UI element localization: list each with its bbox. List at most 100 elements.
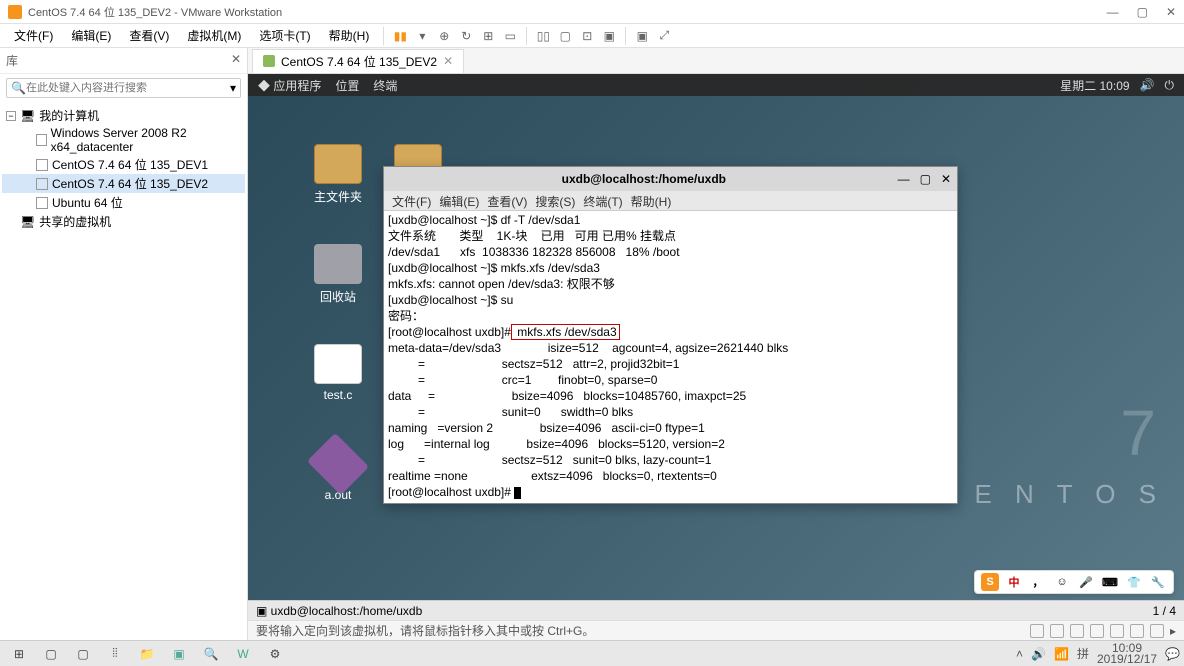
vm-tab-icon [263, 55, 275, 67]
dropdown-icon[interactable]: ▾ [230, 81, 236, 95]
trash-icon[interactable]: 回收站 [308, 244, 368, 305]
tree-shared[interactable]: 🖥 共享的虚拟机 [2, 212, 245, 231]
revert-icon[interactable]: ↻ [456, 26, 476, 46]
guest-task-pager[interactable]: 1 / 4 [1153, 604, 1176, 618]
term-menu-terminal[interactable]: 终端(T) [583, 193, 622, 208]
layout1-icon[interactable]: ▯▯ [533, 26, 553, 46]
fullscreen-icon[interactable]: ▣ [632, 26, 652, 46]
term-menu-help[interactable]: 帮助(H) [631, 193, 672, 208]
dev-printer-icon[interactable] [1130, 624, 1144, 638]
menu-vm[interactable]: 虚拟机(M) [179, 25, 249, 46]
ime-s-icon[interactable]: S [981, 573, 999, 591]
vmware-icon [8, 5, 22, 19]
close-panel-icon[interactable]: ✕ [231, 52, 241, 69]
file-testc-icon[interactable]: test.c [308, 344, 368, 402]
ime-skin-icon[interactable]: 👕 [1125, 573, 1143, 591]
window-title: CentOS 7.4 64 位 135_DEV2 - VMware Workst… [28, 4, 1107, 20]
unity-icon[interactable]: ⤢ [654, 26, 674, 46]
dev-hdd-icon[interactable] [1030, 624, 1044, 638]
library-header: 库 [6, 52, 18, 69]
terminal-window[interactable]: uxdb@localhost:/home/uxdb — ▢ ✕ 文件(F) 编辑… [383, 166, 958, 504]
terminal-title: uxdb@localhost:/home/uxdb [390, 172, 898, 186]
file-aout-icon[interactable]: a.out [308, 444, 368, 502]
dev-sound-icon[interactable] [1110, 624, 1124, 638]
snapshot-icon[interactable]: ⊕ [434, 26, 454, 46]
terminal-body[interactable]: [uxdb@localhost ~]$ df -T /dev/sda1 文件系统… [384, 211, 957, 503]
vm-tab-label: CentOS 7.4 64 位 135_DEV2 [281, 53, 437, 70]
task-item[interactable]: ▣ [164, 643, 194, 665]
dev-net-icon[interactable] [1070, 624, 1084, 638]
menu-help[interactable]: 帮助(H) [321, 25, 378, 46]
term-max-button[interactable]: ▢ [920, 172, 931, 186]
power-icon[interactable]: ⏻ [1165, 78, 1175, 93]
term-close-button[interactable]: ✕ [941, 172, 951, 186]
minimize-button[interactable]: — [1107, 5, 1119, 19]
search-field[interactable] [26, 82, 230, 94]
task-item[interactable]: ▢ [68, 643, 98, 665]
ime-face-icon[interactable]: ☺ [1053, 573, 1071, 591]
task-item[interactable]: ⦙⦙ [100, 643, 130, 665]
search-input[interactable]: 🔍 ▾ [6, 78, 241, 98]
screenshot-icon[interactable]: ▭ [500, 26, 520, 46]
term-menu-view[interactable]: 查看(V) [487, 193, 527, 208]
dropdown-icon[interactable]: ▾ [412, 26, 432, 46]
tab-close-icon[interactable]: ✕ [443, 54, 453, 68]
menu-tabs[interactable]: 选项卡(T) [251, 25, 318, 46]
gnome-clock[interactable]: 星期二 10:09 [1060, 77, 1129, 94]
menu-file[interactable]: 文件(F) [6, 25, 61, 46]
home-folder-icon[interactable]: 主文件夹 [308, 144, 368, 205]
windows-taskbar[interactable]: ⊞ ▢ ▢ ⦙⦙ 📁 ▣ 🔍 W ⚙ ˄ 🔊 📶 拼 10:09 2019/12… [0, 640, 1184, 666]
tray-wifi-icon[interactable]: 📶 [1054, 647, 1069, 661]
tray-net-icon[interactable]: 🔊 [1031, 647, 1046, 661]
ime-punct-icon[interactable]: ， [1029, 573, 1047, 591]
manage-icon[interactable]: ⊞ [478, 26, 498, 46]
dev-usb-icon[interactable] [1090, 624, 1104, 638]
ime-toolbar[interactable]: S 中 ， ☺ 🎤 ⌨ 👕 🔧 [974, 570, 1174, 594]
tree-vm[interactable]: Ubuntu 64 位 [2, 193, 245, 212]
ime-tool-icon[interactable]: 🔧 [1149, 573, 1167, 591]
pause-icon[interactable]: ▮▮ [390, 26, 410, 46]
tray-up-icon[interactable]: ˄ [1016, 647, 1023, 661]
task-item[interactable]: 📁 [132, 643, 162, 665]
tray-notif-icon[interactable]: 💬 [1165, 647, 1180, 661]
expand-icon[interactable]: ▸ [1170, 624, 1176, 638]
library-sidebar: 库 ✕ 🔍 ▾ −🖥 我的计算机 Windows Server 2008 R2 x… [0, 48, 248, 640]
tree-vm-selected[interactable]: CentOS 7.4 64 位 135_DEV2 [2, 174, 245, 193]
ime-zhong-icon[interactable]: 中 [1005, 573, 1023, 591]
term-menu-edit[interactable]: 编辑(E) [439, 193, 479, 208]
volume-icon[interactable]: 🔊 [1140, 78, 1155, 92]
centos-wordmark: C E N T O S [932, 479, 1164, 510]
tree-root[interactable]: −🖥 我的计算机 [2, 106, 245, 125]
term-min-button[interactable]: — [898, 172, 910, 186]
gnome-places[interactable]: 位置 [335, 77, 359, 94]
tree-vm[interactable]: CentOS 7.4 64 位 135_DEV1 [2, 155, 245, 174]
vm-tab[interactable]: CentOS 7.4 64 位 135_DEV2 ✕ [252, 49, 464, 73]
task-item[interactable]: ▢ [36, 643, 66, 665]
layout2-icon[interactable]: ▢ [555, 26, 575, 46]
ime-mic-icon[interactable]: 🎤 [1077, 573, 1095, 591]
gnome-apps[interactable]: ◆ 应用程序 [258, 77, 321, 94]
dev-display-icon[interactable] [1150, 624, 1164, 638]
highlighted-command: mkfs.xfs /dev/sda3 [511, 324, 620, 340]
task-item[interactable]: 🔍 [196, 643, 226, 665]
tree-vm[interactable]: Windows Server 2008 R2 x64_datacenter [2, 125, 245, 155]
layout3-icon[interactable]: ⊡ [577, 26, 597, 46]
term-menu-file[interactable]: 文件(F) [392, 193, 431, 208]
ime-kbd-icon[interactable]: ⌨ [1101, 573, 1119, 591]
dev-cd-icon[interactable] [1050, 624, 1064, 638]
menu-view[interactable]: 查看(V) [121, 25, 177, 46]
tray-ime-icon[interactable]: 拼 [1077, 645, 1089, 662]
guest-desktop[interactable]: ◆ 应用程序 位置 终端 星期二 10:09 🔊 ⏻ 主文件夹 回收站 test… [248, 74, 1184, 600]
layout4-icon[interactable]: ▣ [599, 26, 619, 46]
task-item[interactable]: W [228, 643, 258, 665]
term-menu-search[interactable]: 搜索(S) [535, 193, 575, 208]
taskbar-clock[interactable]: 10:09 2019/12/17 [1097, 643, 1157, 665]
gnome-terminal[interactable]: 终端 [373, 77, 397, 94]
menu-edit[interactable]: 编辑(E) [63, 25, 119, 46]
guest-task-title[interactable]: ▣ uxdb@localhost:/home/uxdb [256, 604, 422, 618]
task-item[interactable]: ⚙ [260, 643, 290, 665]
start-button[interactable]: ⊞ [4, 643, 34, 665]
close-button[interactable]: ✕ [1166, 5, 1176, 19]
maximize-button[interactable]: ▢ [1137, 5, 1148, 19]
status-text: 要将输入定向到该虚拟机，请将鼠标指针移入其中或按 Ctrl+G。 [256, 622, 594, 639]
